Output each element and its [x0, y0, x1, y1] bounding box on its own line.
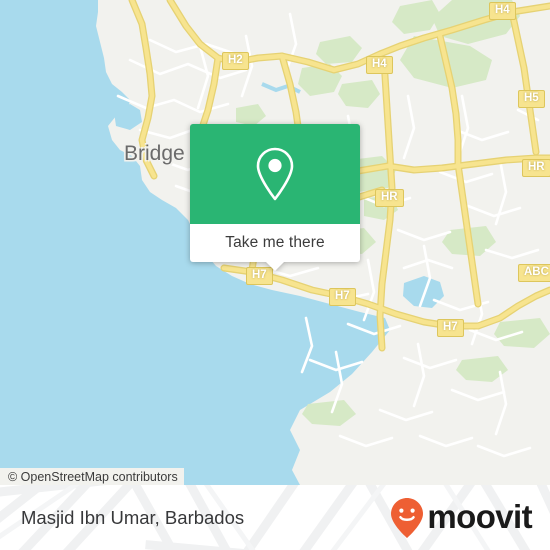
screenshot-root: Bridge H4 H2 H4 H5 HR HR ABC H7 H7 H7 Ta… — [0, 0, 550, 550]
location-popup[interactable]: Take me there — [190, 124, 360, 271]
location-title: Masjid Ibn Umar, Barbados — [21, 506, 245, 528]
highway-shield: HR — [522, 159, 550, 177]
highway-shield: H7 — [329, 288, 356, 306]
map-canvas[interactable]: Bridge H4 H2 H4 H5 HR HR ABC H7 H7 H7 Ta… — [0, 0, 550, 485]
moovit-smiley-pin-icon — [391, 497, 424, 538]
take-me-there-button[interactable]: Take me there — [190, 224, 360, 262]
highway-shield: HR — [375, 189, 404, 207]
highway-shield: H7 — [437, 319, 464, 337]
highway-shield: H4 — [489, 2, 516, 20]
take-me-there-label: Take me there — [225, 234, 325, 251]
popup-header — [190, 124, 360, 224]
map-pin-icon — [256, 147, 294, 201]
highway-shield: H5 — [518, 90, 545, 108]
highway-shield: ABC — [518, 264, 550, 282]
popup-pointer-tail — [266, 262, 284, 271]
moovit-brand-logo[interactable]: moovit — [390, 485, 533, 550]
highway-shield: H4 — [366, 56, 393, 74]
highway-shield: H2 — [222, 52, 249, 70]
map-place-label: Bridge — [124, 142, 185, 165]
osm-attribution[interactable]: © OpenStreetMap contributors — [0, 468, 184, 485]
footer-bar: Masjid Ibn Umar, Barbados moovit — [0, 485, 550, 550]
moovit-wordmark: moovit — [427, 498, 532, 535]
